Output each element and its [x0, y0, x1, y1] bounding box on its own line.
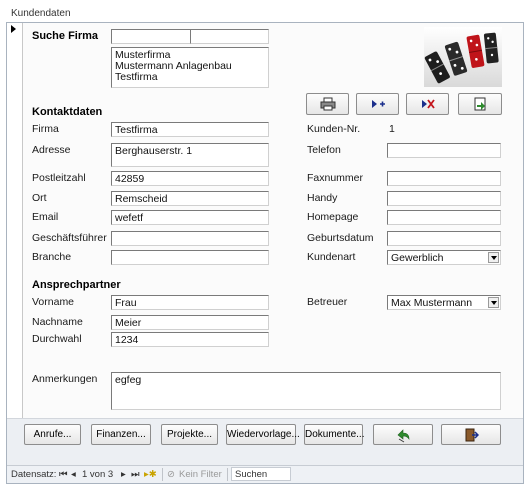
kundenart-label: Kundenart: [307, 251, 356, 263]
delete-record-button[interactable]: [406, 93, 449, 115]
postleitzahl-label: Postleitzahl: [32, 172, 86, 184]
betreuer-label: Betreuer: [307, 296, 348, 308]
projekte-button[interactable]: Projekte...: [161, 424, 218, 445]
kundennr-label: Kunden-Nr.: [307, 123, 361, 135]
geschaeftsfuehrer-field[interactable]: [111, 231, 269, 246]
adresse-field[interactable]: Berghauserstr. 1: [111, 143, 269, 167]
first-record-icon[interactable]: ⏮: [59, 469, 68, 480]
kundenart-value: Gewerblich: [391, 252, 444, 264]
durchwahl-label: Durchwahl: [32, 333, 82, 345]
telefon-field[interactable]: [387, 143, 501, 158]
filter-status[interactable]: Kein Filter: [179, 469, 222, 480]
partner-heading: Ansprechpartner: [32, 279, 121, 291]
firma-label: Firma: [32, 123, 59, 135]
postleitzahl-field[interactable]: 42859: [111, 171, 269, 186]
ort-field[interactable]: Remscheid: [111, 191, 269, 206]
nachname-field[interactable]: Meier: [111, 315, 269, 330]
record-position[interactable]: 1 von 3: [82, 469, 113, 480]
branche-field[interactable]: [111, 250, 269, 265]
record-label: Datensatz:: [11, 469, 57, 480]
betreuer-value: Max Mustermann: [391, 297, 473, 309]
undo-button[interactable]: [373, 424, 433, 445]
current-record-icon: [11, 25, 16, 33]
firma-field[interactable]: Testfirma: [111, 122, 269, 137]
anmerkungen-label: Anmerkungen: [32, 373, 98, 385]
geschaeftsfuehrer-label: Geschäftsführer: [32, 232, 107, 244]
search-filter-input[interactable]: [190, 29, 269, 44]
company-listbox[interactable]: Musterfirma Mustermann Anlagenbau Testfi…: [111, 47, 269, 88]
email-label: Email: [32, 211, 59, 223]
search-heading: Suche Firma: [32, 30, 99, 42]
print-button[interactable]: [306, 93, 349, 115]
geburtsdatum-field[interactable]: [387, 231, 501, 246]
new-blank-record-icon[interactable]: ▸✱: [144, 469, 157, 480]
branche-label: Branche: [32, 251, 72, 263]
vorname-field[interactable]: Frau: [111, 295, 269, 310]
geburtsdatum-label: Geburtsdatum: [307, 232, 374, 244]
export-button[interactable]: [458, 93, 502, 115]
betreuer-select[interactable]: Max Mustermann: [387, 295, 501, 310]
record-navigation-bar: Datensatz: ⏮ ◂ 1 von 3 ▸ ⏭ ▸✱ ⊘ Kein Fil…: [7, 465, 523, 483]
adresse-label: Adresse: [32, 144, 71, 156]
fax-field[interactable]: [387, 171, 501, 186]
kundennr-value: 1: [389, 123, 395, 135]
new-record-button[interactable]: [356, 93, 399, 115]
kundenart-select[interactable]: Gewerblich: [387, 250, 501, 265]
next-record-icon[interactable]: ▸: [121, 469, 126, 480]
list-item[interactable]: Testfirma: [115, 72, 265, 83]
vorname-label: Vorname: [32, 296, 75, 308]
export-icon: [474, 97, 486, 111]
printer-icon: [320, 97, 335, 111]
chevron-down-icon[interactable]: [488, 252, 499, 263]
search-company-input[interactable]: [111, 29, 191, 44]
filter-icon: ⊘: [167, 469, 175, 480]
handy-field[interactable]: [387, 191, 501, 206]
wiedervorlage-button[interactable]: Wiedervorlage...: [226, 424, 300, 445]
anmerkungen-field[interactable]: egfeg: [111, 372, 501, 410]
exit-door-icon: [465, 428, 480, 442]
window-title: Kundendaten: [11, 8, 71, 19]
ort-label: Ort: [32, 192, 47, 204]
nachname-label: Nachname: [32, 316, 83, 328]
finanzen-button[interactable]: Finanzen...: [91, 424, 151, 445]
chevron-down-icon[interactable]: [488, 297, 499, 308]
delete-record-icon: [421, 99, 435, 109]
previous-record-icon[interactable]: ◂: [71, 469, 76, 480]
durchwahl-field[interactable]: 1234: [111, 332, 269, 347]
new-record-icon: [371, 100, 385, 108]
dominoes-logo: [424, 27, 502, 87]
undo-icon: [397, 429, 410, 443]
fax-label: Faxnummer: [307, 172, 364, 184]
homepage-label: Homepage: [307, 211, 359, 223]
search-box[interactable]: Suchen: [231, 467, 291, 481]
telefon-label: Telefon: [307, 144, 341, 156]
anrufe-button[interactable]: Anrufe...: [24, 424, 81, 445]
homepage-field[interactable]: [387, 210, 501, 225]
dokumente-button[interactable]: Dokumente...: [304, 424, 364, 445]
contact-heading: Kontaktdaten: [32, 106, 103, 118]
handy-label: Handy: [307, 192, 338, 204]
email-field[interactable]: wefetf: [111, 210, 269, 225]
last-record-icon[interactable]: ⏭: [131, 469, 140, 480]
close-form-button[interactable]: [441, 424, 501, 445]
record-selector[interactable]: [7, 23, 23, 418]
